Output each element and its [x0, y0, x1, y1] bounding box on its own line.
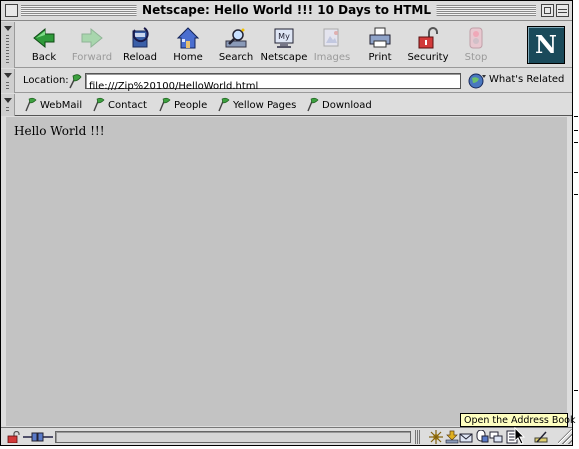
discussions-component-icon[interactable]: [489, 430, 503, 444]
my-netscape-button[interactable]: My Netscape: [260, 24, 308, 66]
personal-toolbar: WebMail Contact People Yellow Pages Down…: [1, 94, 572, 116]
mail-component-icon[interactable]: [459, 430, 473, 444]
content-right-border: [567, 117, 572, 426]
whats-related-icon[interactable]: [467, 72, 487, 90]
navigator-component-icon[interactable]: [429, 430, 443, 444]
status-bar-separator: [415, 430, 421, 444]
stop-icon: [469, 27, 483, 49]
status-bar: [1, 427, 572, 445]
composer-component-icon[interactable]: [534, 430, 548, 444]
search-icon: [225, 28, 247, 48]
security-lock-icon: [418, 27, 438, 49]
personal-toolbar-collapse-tab[interactable]: [1, 94, 15, 116]
navigation-toolbar-collapse-tab[interactable]: [1, 22, 15, 68]
tooltip-text: Open the Address Book: [464, 415, 576, 426]
navigation-toolbar: Back Forward Reload Home Search My Netsc…: [1, 22, 572, 68]
printer-icon: [369, 27, 391, 48]
collapse-box[interactable]: [556, 4, 569, 17]
bookmark-yellow-pages[interactable]: Yellow Pages: [216, 97, 296, 113]
netscape-logo-letter: N: [535, 30, 557, 59]
bookmark-download[interactable]: Download: [305, 97, 372, 113]
bookmark-people[interactable]: People: [157, 97, 209, 113]
desktop-edge: [572, 0, 579, 449]
netscape-logo[interactable]: N: [527, 26, 565, 64]
security-status-icon[interactable]: [7, 431, 21, 443]
security-button[interactable]: Security: [404, 24, 452, 66]
progress-bar: [55, 431, 411, 443]
reload-button[interactable]: Reload: [116, 24, 164, 66]
location-label: Location:: [23, 75, 69, 86]
forward-arrow-icon: [81, 27, 103, 49]
page-content[interactable]: Hello World !!!: [6, 117, 567, 426]
back-arrow-icon: [33, 27, 55, 49]
bookmark-download-label: Download: [322, 100, 372, 111]
bookmark-icon: [307, 97, 319, 112]
bookmark-webmail-label: WebMail: [40, 100, 83, 111]
bookmark-yellow-pages-label: Yellow Pages: [233, 100, 297, 111]
inbox-component-icon[interactable]: [445, 430, 459, 444]
bookmark-icon: [25, 97, 37, 112]
title-bar[interactable]: Netscape: Hello World !!! 10 Days to HTM…: [1, 1, 572, 21]
home-icon: [176, 27, 200, 49]
whats-related-button[interactable]: What's Related: [489, 74, 564, 86]
mouse-cursor-icon: [514, 427, 526, 445]
stop-label: Stop: [464, 52, 488, 63]
location-field[interactable]: [85, 73, 461, 94]
address-book-tooltip: Open the Address Book: [460, 413, 576, 427]
location-toolbar: Location: What's Related: [1, 69, 572, 94]
bookmark-contact-label: Contact: [108, 100, 147, 111]
bookmark-webmail[interactable]: WebMail: [23, 97, 83, 113]
home-button[interactable]: Home: [164, 24, 212, 66]
page-text: Hello World !!!: [14, 124, 105, 138]
resize-grip[interactable]: [558, 429, 572, 444]
window-title: Netscape: Hello World !!! 10 Days to HTM…: [136, 3, 437, 18]
bookmark-icon: [218, 97, 230, 112]
search-button[interactable]: Search: [212, 24, 260, 66]
my-netscape-icon: My: [274, 28, 294, 48]
url-input[interactable]: [86, 79, 460, 94]
location-toolbar-collapse-tab[interactable]: [1, 69, 15, 93]
print-button[interactable]: Print: [356, 24, 404, 66]
images-icon: [323, 28, 339, 47]
reload-icon: [132, 27, 149, 48]
svg-text:My: My: [278, 32, 290, 41]
newsgroups-component-icon[interactable]: [475, 430, 489, 444]
stop-button[interactable]: Stop: [452, 24, 500, 66]
zoom-box[interactable]: [541, 4, 554, 17]
forward-button[interactable]: Forward: [68, 24, 116, 66]
close-box[interactable]: [5, 4, 18, 17]
connection-status-icon: [23, 432, 53, 442]
images-button[interactable]: Images: [308, 24, 356, 66]
browser-window: Netscape: Hello World !!! 10 Days to HTM…: [0, 0, 573, 446]
bookmark-icon: [159, 97, 171, 112]
bookmark-contact[interactable]: Contact: [91, 97, 147, 113]
bookmark-people-label: People: [174, 100, 208, 111]
back-button[interactable]: Back: [20, 24, 68, 66]
bookmark-icon: [93, 97, 105, 112]
page-proxy-icon[interactable]: [67, 73, 83, 89]
